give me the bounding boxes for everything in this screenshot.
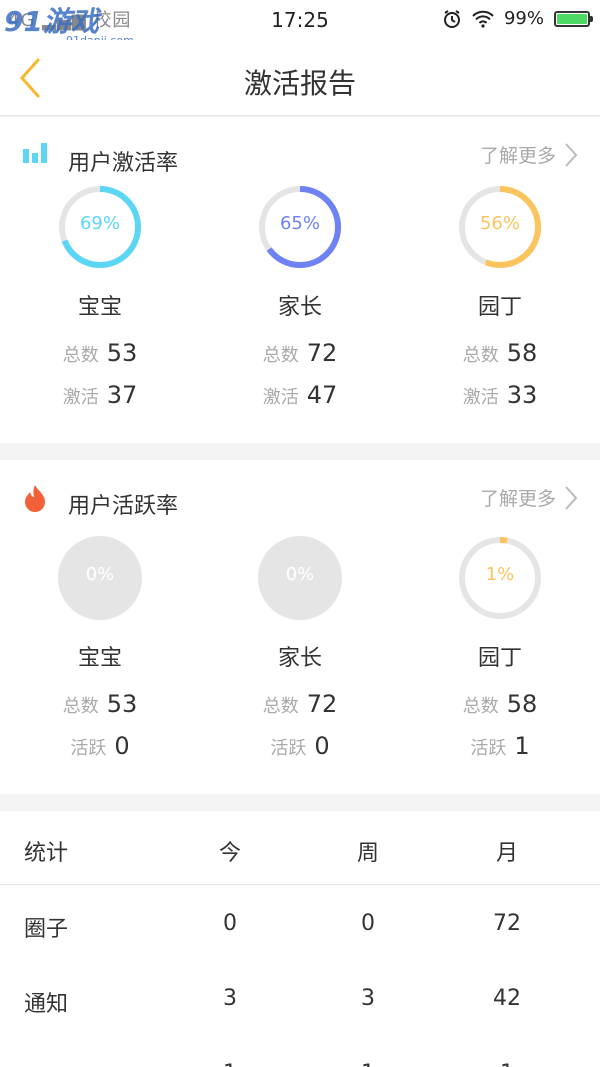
total-value: 53 [106, 339, 138, 367]
total-label: 总数 [262, 696, 299, 717]
progress-ring: 69% [58, 185, 142, 269]
total-value: 58 [506, 690, 538, 718]
active-row: 活跃 1 [400, 732, 600, 760]
percent-label: 69% [79, 213, 120, 234]
total-row: 总数 58 [400, 339, 600, 367]
total-label: 总数 [462, 696, 499, 717]
total-value: 72 [306, 339, 338, 367]
metric-label: 宝宝 [77, 295, 122, 320]
active-value: 33 [506, 381, 538, 409]
active-value: 37 [106, 381, 138, 409]
alarm-icon [443, 9, 460, 28]
battery-percent: 99% [503, 8, 544, 29]
table-cell: 0 [223, 911, 237, 936]
metric-label: 家长 [277, 295, 322, 320]
active-label: 活跃 [70, 738, 107, 759]
active-label: 激活 [62, 387, 99, 408]
column-header: 今 [218, 841, 241, 866]
activation-card: 用户激活率 了解更多 69% 宝宝总数 53 激活 37 65% 家长总数 72 激活 47 56%… [0, 117, 600, 443]
total-label: 总数 [462, 345, 499, 366]
stats-table: 统计 今 周 月圈子 0 0 72 通知 3 3 42 活动 1 1 1 [0, 811, 600, 1067]
chevron-right-icon [565, 142, 578, 167]
percent-label: 56% [479, 213, 520, 234]
nav-bar: 激活报告 [0, 40, 600, 116]
table-header: 统计 今 周 月 [0, 811, 600, 885]
learn-more-link[interactable]: 了解更多 [480, 484, 578, 511]
page-title: 激活报告 [243, 67, 356, 100]
column-header: 统计 [24, 841, 69, 866]
wifi-icon [472, 10, 494, 28]
liveness-header: 用户活跃率 了解更多 [0, 484, 600, 524]
chevron-right-icon [565, 485, 578, 510]
column-header: 月 [495, 841, 518, 866]
table-row: 活动 1 1 1 [0, 1037, 600, 1067]
percent-label: 0% [285, 564, 315, 585]
status-icons: 99% [442, 8, 593, 29]
table-cell: 通知 [24, 992, 69, 1017]
active-label: 激活 [462, 387, 499, 408]
battery-icon [554, 10, 593, 27]
table-cell: 42 [493, 986, 521, 1011]
active-row: 激活 37 [0, 381, 200, 409]
section-title: 用户活跃率 [68, 494, 179, 519]
active-row: 激活 47 [200, 381, 400, 409]
status-bar: 4G ▂▄▆ 校园 91游戏 91danji.com 17:25 99% [0, 0, 600, 47]
table-cell: 1 [318, 1061, 418, 1067]
progress-ring: 0% [58, 536, 142, 620]
active-value: 0 [314, 732, 330, 760]
active-row: 活跃 0 [0, 732, 200, 760]
total-value: 58 [506, 339, 538, 367]
metric-label: 宝宝 [77, 646, 122, 671]
table-cell: 3 [223, 986, 237, 1011]
column-header: 周 [356, 841, 379, 866]
progress-ring: 65% [258, 185, 342, 269]
percent-label: 1% [485, 564, 515, 585]
bar-chart-icon [23, 143, 47, 163]
table-cell: 0 [361, 911, 375, 936]
total-row: 总数 53 [0, 690, 200, 718]
metric-label: 园丁 [477, 646, 522, 671]
metric-label: 园丁 [477, 295, 522, 320]
active-value: 0 [114, 732, 130, 760]
active-row: 活跃 0 [200, 732, 400, 760]
metric-label: 家长 [277, 646, 322, 671]
table-cell: 3 [361, 986, 375, 1011]
total-value: 72 [306, 690, 338, 718]
total-label: 总数 [62, 696, 99, 717]
total-label: 总数 [262, 345, 299, 366]
total-value: 53 [106, 690, 138, 718]
table-cell: 1 [457, 1061, 557, 1067]
learn-more-label: 了解更多 [479, 488, 556, 510]
liveness-card: 用户活跃率 了解更多 0% 宝宝总数 53 活跃 0 0% 家长总数 72 活跃 0 1% 园丁总数 5… [0, 460, 600, 794]
section-title: 用户激活率 [68, 151, 179, 176]
active-value: 47 [306, 381, 338, 409]
activation-header: 用户激活率 了解更多 [0, 141, 600, 181]
flame-icon [25, 485, 45, 512]
table-row: 圈子 0 0 72 [0, 887, 600, 961]
active-row: 激活 33 [400, 381, 600, 409]
total-label: 总数 [62, 345, 99, 366]
progress-ring: 0% [258, 536, 342, 620]
total-row: 总数 53 [0, 339, 200, 367]
progress-ring: 56% [458, 185, 542, 269]
total-row: 总数 72 [200, 339, 400, 367]
table-cell: 圈子 [24, 917, 69, 942]
table-cell: 活动 [24, 1061, 68, 1067]
learn-more-link[interactable]: 了解更多 [480, 141, 578, 168]
table-cell: 72 [493, 911, 521, 936]
active-label: 激活 [262, 387, 299, 408]
total-row: 总数 72 [200, 690, 400, 718]
percent-label: 65% [279, 213, 320, 234]
table-row: 通知 3 3 42 [0, 962, 600, 1036]
active-value: 1 [514, 732, 530, 760]
active-label: 活跃 [270, 738, 307, 759]
percent-label: 0% [85, 564, 115, 585]
progress-ring: 1% [458, 536, 542, 620]
learn-more-label: 了解更多 [479, 145, 556, 167]
active-label: 活跃 [470, 738, 507, 759]
table-cell: 1 [180, 1061, 280, 1067]
total-row: 总数 58 [400, 690, 600, 718]
